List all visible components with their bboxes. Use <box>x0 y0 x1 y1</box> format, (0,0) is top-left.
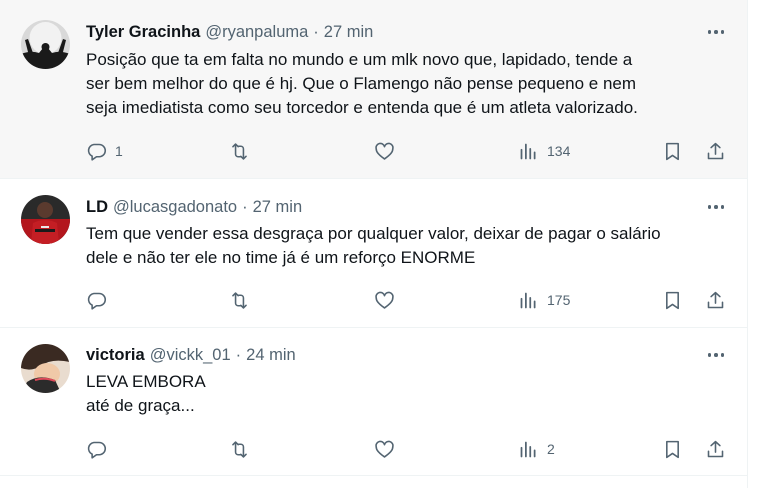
reply-feed: Tyler Gracinha @ryanpaluma · 27 min Posi… <box>0 0 748 488</box>
reply-button[interactable] <box>86 437 115 461</box>
tweet-text-line: até de graça... <box>86 396 195 415</box>
share-button[interactable] <box>705 437 726 461</box>
like-button[interactable] <box>374 437 403 461</box>
feed-border <box>747 0 748 488</box>
timestamp[interactable]: 24 min <box>246 346 296 365</box>
tweet-text-line: Posição que ta em falta no mundo e um ml… <box>86 50 633 69</box>
separator-dot: · <box>242 197 248 216</box>
tweet-actions: 175 <box>0 288 748 312</box>
views-button[interactable]: 175 <box>518 288 570 312</box>
feed-bottom <box>0 476 748 488</box>
bookmark-icon <box>666 291 679 309</box>
reply-icon <box>87 292 107 310</box>
separator-dot: · <box>313 22 319 41</box>
timestamp[interactable]: 27 min <box>324 23 374 42</box>
repost-button[interactable] <box>229 288 258 312</box>
share-button[interactable] <box>705 288 726 312</box>
tweet-text-line: Tem que vender essa desgraça por qualque… <box>86 224 661 243</box>
view-count: 134 <box>547 143 571 159</box>
tweet-header: victoria @vickk_01 · 24 min <box>86 344 296 366</box>
user-handle[interactable]: @lucasgadonato <box>113 198 237 217</box>
reply-icon <box>87 441 107 459</box>
bookmark-button[interactable] <box>662 139 683 163</box>
reply-button[interactable]: 1 <box>86 139 123 163</box>
display-name[interactable]: LD <box>86 198 108 217</box>
tweet-text-line: ser bem melhor do que é hj. Que o Flamen… <box>86 74 637 93</box>
avatar[interactable] <box>21 20 70 69</box>
user-handle[interactable]: @vickk_01 <box>150 346 231 365</box>
like-icon <box>375 142 394 160</box>
display-name[interactable]: Tyler Gracinha <box>86 23 200 42</box>
tweet-item[interactable]: LD @lucasgadonato · 27 min Tem que vende… <box>0 179 748 328</box>
reply-icon <box>87 143 107 161</box>
more-options-button[interactable] <box>700 345 732 365</box>
more-icon <box>707 30 712 34</box>
bookmark-button[interactable] <box>662 288 683 312</box>
user-handle[interactable]: @ryanpaluma <box>205 23 308 42</box>
views-button[interactable]: 2 <box>518 437 555 461</box>
tweet-item[interactable]: Tyler Gracinha @ryanpaluma · 27 min Posi… <box>0 0 748 179</box>
separator-dot: · <box>235 345 242 364</box>
display-name[interactable]: victoria <box>86 346 145 365</box>
like-button[interactable] <box>374 288 403 312</box>
tweet-text: Posição que ta em falta no mundo e um ml… <box>86 48 736 120</box>
timestamp[interactable]: 27 min <box>253 198 303 217</box>
like-icon <box>375 291 394 309</box>
share-icon <box>707 142 724 159</box>
repost-icon <box>232 291 247 309</box>
views-icon <box>520 292 536 308</box>
views-button[interactable]: 134 <box>518 139 570 163</box>
tweet-text-line: dele e não ter ele no time já é um refor… <box>86 248 476 267</box>
tweet-header: Tyler Gracinha @ryanpaluma · 27 min <box>86 21 373 43</box>
avatar[interactable] <box>21 344 70 393</box>
tweet-header: LD @lucasgadonato · 27 min <box>86 196 302 218</box>
bookmark-icon <box>666 142 679 160</box>
repost-button[interactable] <box>229 437 258 461</box>
repost-button[interactable] <box>229 139 258 163</box>
view-count: 175 <box>547 292 571 308</box>
tweet-actions: 1 134 <box>0 139 748 163</box>
more-options-button[interactable] <box>700 22 732 42</box>
tweet-text-line: LEVA EMBORA <box>86 372 206 391</box>
bookmark-button[interactable] <box>662 437 683 461</box>
share-icon <box>707 440 724 457</box>
tweet-text-line: seja imediatista como seu torcedor e ent… <box>86 98 638 117</box>
tweet-text: Tem que vender essa desgraça por qualque… <box>86 222 736 270</box>
repost-icon <box>232 142 247 160</box>
views-icon <box>520 143 536 159</box>
repost-icon <box>232 440 247 458</box>
more-options-button[interactable] <box>700 197 732 217</box>
more-icon <box>707 353 712 357</box>
tweet-item[interactable]: victoria @vickk_01 · 24 min LEVA EMBORA … <box>0 328 748 476</box>
view-count: 2 <box>547 441 555 457</box>
avatar[interactable] <box>21 195 70 244</box>
reply-count: 1 <box>115 143 123 159</box>
like-icon <box>375 440 394 458</box>
like-button[interactable] <box>374 139 403 163</box>
tweet-text: LEVA EMBORA até de graça... <box>86 370 736 418</box>
bookmark-icon <box>666 440 679 458</box>
share-icon <box>707 291 724 308</box>
reply-button[interactable] <box>86 288 115 312</box>
views-icon <box>520 441 536 457</box>
share-button[interactable] <box>705 139 726 163</box>
more-icon <box>707 205 712 209</box>
tweet-actions: 2 <box>0 437 748 461</box>
